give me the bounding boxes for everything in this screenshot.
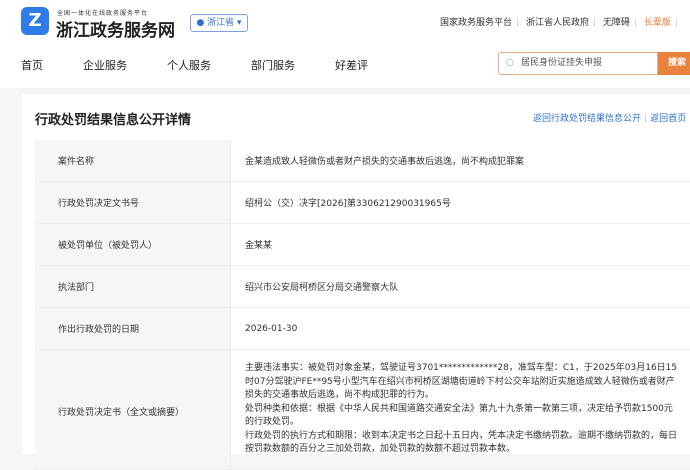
region-label: 浙江省 [207, 18, 235, 28]
location-pin-icon: ● [196, 18, 208, 28]
divider: | [592, 18, 596, 28]
row-label: 作出行政处罚的日期 [35, 308, 231, 349]
top-links: 国家政务服务平台 | 浙江省人民政府 | 无障碍 | 长辈版 | [440, 15, 682, 28]
table-row: 执法部门 绍兴市公安局柯桥区分局交通警察大队 [35, 266, 690, 308]
table-row: 作出行政处罚的日期 2026-01-30 [35, 308, 690, 350]
site-header: Z 全国一体化在线政务服务平台 浙江政务服务网 ● 浙江省 ▾ 国家政务服务平台… [0, 0, 690, 88]
divider: | [644, 114, 648, 124]
search-placeholder: 居民身份证挂失申报 [521, 58, 603, 68]
divider: | [674, 18, 678, 28]
link-elder-mode[interactable]: 长辈版 [644, 18, 671, 28]
page-title: 行政处罚结果信息公开详情 [35, 113, 192, 128]
row-label: 行政处罚决定文书号 [35, 182, 231, 223]
execution-terms: 行政处罚的执行方式和期限：收到本决定书之日起十五日内，凭本决定书缴纳罚款。逾期不… [245, 430, 678, 455]
row-value: 绍兴市公安局柯桥区分局交通警察大队 [245, 283, 399, 293]
nav-business[interactable]: 企业服务 [83, 59, 127, 72]
row-label: 执法部门 [35, 266, 231, 307]
row-value: 2026-01-30 [245, 323, 298, 334]
table-row: 案件名称 金某造成致人轻微伤或者财产损失的交通事故后逃逸，尚不构成犯罪案 [35, 140, 690, 182]
row-label: 被处罚单位（被处罚人） [35, 224, 231, 265]
chevron-down-icon: ▾ [234, 18, 242, 28]
row-value: 金某某 [245, 241, 273, 251]
nav-department[interactable]: 部门服务 [251, 59, 295, 72]
row-value: 绍柯公（交）决字[2026]第330621290031965号 [245, 199, 451, 209]
region-selector[interactable]: ● 浙江省 ▾ [190, 14, 248, 32]
detail-table: 案件名称 金某造成致人轻微伤或者财产损失的交通事故后逃逸，尚不构成犯罪案 行政处罚… [35, 140, 690, 470]
violation-facts: 主要违法事实：被处罚对象金某，驾驶证号3701*************28，准… [245, 363, 678, 400]
search-input[interactable]: ○ 居民身份证挂失申报 [498, 52, 658, 75]
link-accessibility[interactable]: 无障碍 [603, 18, 630, 28]
divider: | [516, 18, 520, 28]
search-button[interactable]: 搜索 [658, 52, 690, 75]
link-provincial-gov[interactable]: 浙江省人民政府 [526, 18, 589, 28]
nav-personal[interactable]: 个人服务 [167, 59, 211, 72]
main-nav: 首页 企业服务 个人服务 部门服务 好差评 [21, 57, 408, 73]
table-row: 行政处罚决定书（全文或摘要） 主要违法事实：被处罚对象金某，驾驶证号3701**… [35, 350, 690, 470]
site-logo-icon[interactable]: Z [21, 7, 49, 35]
table-row: 行政处罚决定文书号 绍柯公（交）决字[2026]第330621290031965号 [35, 182, 690, 224]
table-row: 被处罚单位（被处罚人） 金某某 [35, 224, 690, 266]
back-to-list-link[interactable]: 返回行政处罚结果信息公开 [533, 114, 641, 124]
penalty-basis: 处罚种类和依据：根据《中华人民共和国道路交通安全法》第九十九条第一款第三项，决定… [245, 403, 673, 428]
link-national-platform[interactable]: 国家政务服务平台 [440, 18, 512, 28]
back-home-link[interactable]: 返回首页 [650, 114, 686, 124]
row-value: 主要违法事实：被处罚对象金某，驾驶证号3701*************28，准… [231, 350, 681, 469]
site-title[interactable]: 浙江政务服务网 [56, 16, 175, 41]
row-label: 案件名称 [35, 140, 231, 181]
back-links: 返回行政处罚结果信息公开 | 返回首页 [533, 111, 686, 124]
row-value: 金某造成致人轻微伤或者财产损失的交通事故后逃逸，尚不构成犯罪案 [245, 157, 525, 167]
nav-home[interactable]: 首页 [21, 59, 43, 72]
row-label: 行政处罚决定书（全文或摘要） [35, 350, 231, 469]
nav-rating[interactable]: 好差评 [335, 59, 368, 72]
divider: | [633, 18, 637, 28]
search-icon: ○ [506, 58, 514, 68]
